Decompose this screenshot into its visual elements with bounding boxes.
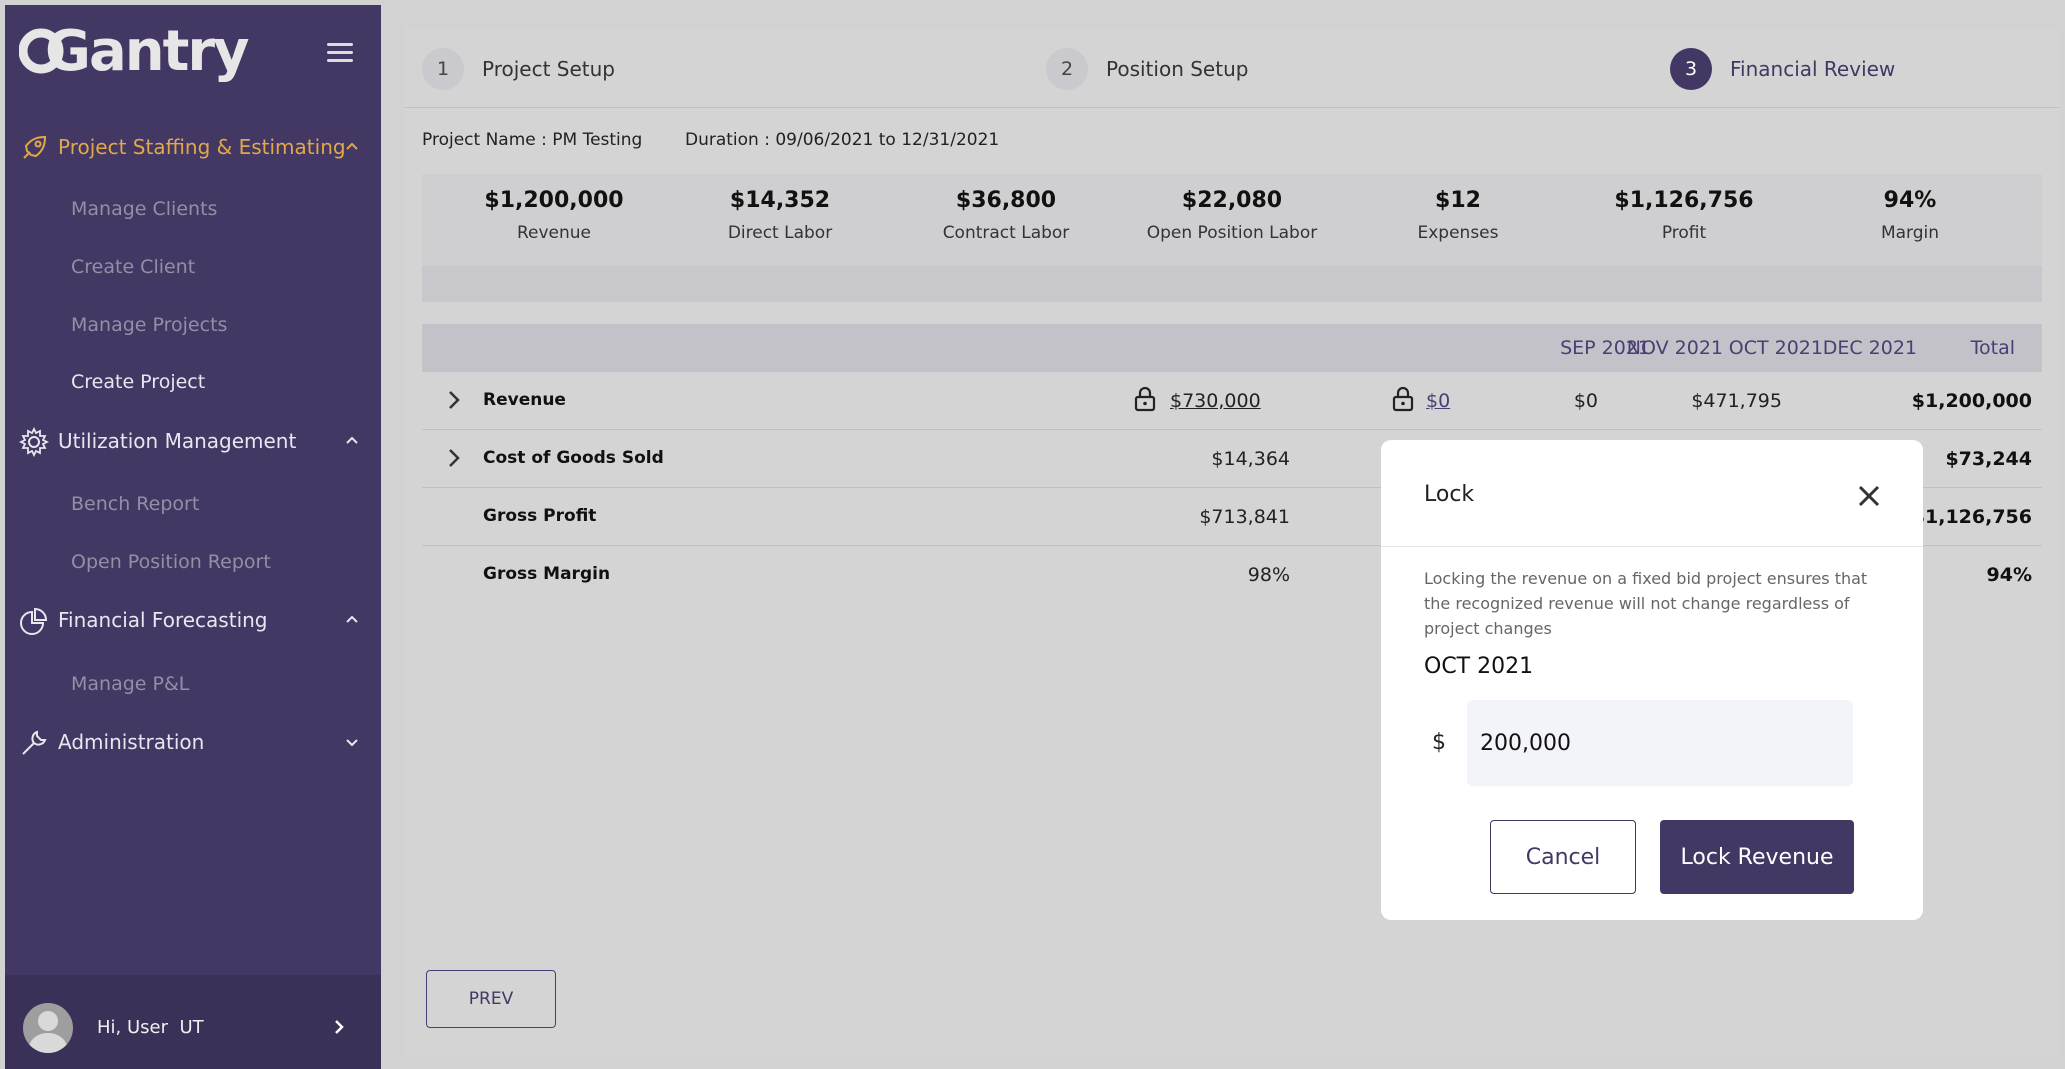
gross-profit-sep-value: $713,841 [1199,506,1290,528]
row-label: Cost of Goods Sold [483,448,664,468]
metric-label: Profit [1661,223,1707,243]
step-label: Position Setup [1106,57,1249,81]
gross-margin-sep-value: 98% [1247,564,1290,586]
column-header-nov: NOV 2021 [1626,337,1723,359]
prev-button[interactable]: PREV [426,970,556,1028]
avatar[interactable] [23,1003,73,1053]
metric-profit: $1,126,756 Profit [1574,188,1794,243]
step-label: Project Setup [482,57,615,81]
metric-value: $14,352 [729,188,831,213]
metric-value: $1,126,756 [1614,188,1754,213]
gantry-logo[interactable]: Gantry [18,19,259,98]
metric-label: Revenue [516,223,592,243]
nav-section-financial-forecasting[interactable]: Financial Forecasting [5,596,381,644]
metric-value: $22,080 [1181,188,1283,213]
metric-revenue: $1,200,000 Revenue [444,188,664,243]
chevron-down-icon[interactable] [345,735,359,749]
modal-divider [1381,546,1923,547]
modal-month: OCT 2021 [1424,654,1534,679]
chevron-right-icon[interactable] [331,1019,347,1035]
svg-text:Gantry: Gantry [45,19,249,83]
nav-section-project-staffing[interactable]: Project Staffing & Estimating [5,123,381,171]
revenue-dec-value: $471,795 [1691,390,1782,412]
row-label: Gross Profit [483,506,597,526]
metric-value: $36,800 [955,188,1057,213]
nav-section-administration[interactable]: Administration [5,718,381,766]
metric-value: $12 [1435,188,1481,213]
metric-value: $1,200,000 [484,188,624,213]
nav-item-create-project[interactable]: Create Project [71,371,205,393]
close-icon[interactable] [1857,484,1881,508]
nav-section-label: Project Staffing & Estimating [58,135,346,159]
modal-title: Lock [1424,482,1475,507]
nav-section-label: Financial Forecasting [58,608,268,632]
sidebar: Gantry Project Staffing & Estimating Man… [5,5,381,1069]
chevron-up-icon[interactable] [345,434,359,448]
revenue-sep-value[interactable]: $730,000 [1170,390,1290,412]
row-label: Revenue [483,390,566,410]
chevron-up-icon[interactable] [345,140,359,154]
step-label: Financial Review [1730,57,1896,81]
rocket-icon [23,135,47,159]
step-number: 1 [422,48,464,90]
nav-section-utilization[interactable]: Utilization Management [5,417,381,465]
nav-item-manage-pl[interactable]: Manage P&L [71,673,189,695]
metric-value: 94% [1883,188,1937,213]
step-number: 3 [1670,48,1712,90]
metric-label: Contract Labor [942,223,1070,243]
revenue-nov-value: $0 [1573,390,1598,412]
step-financial-review[interactable]: 3 Financial Review [1670,48,1895,90]
cancel-button[interactable]: Cancel [1490,820,1636,894]
metric-label: Margin [1880,223,1940,243]
nav-section-label: Administration [58,730,205,754]
metric-label: Direct Labor [727,223,833,243]
chevron-right-icon[interactable] [444,390,464,410]
step-project-setup[interactable]: 1 Project Setup [422,48,615,90]
gear-icon [19,427,49,457]
revenue-oct-value[interactable]: $0 [1426,390,1466,412]
revenue-total-value: $1,200,000 [1911,390,2032,412]
logo-mark-icon: Gantry [18,19,251,84]
cogs-sep-value: $14,364 [1211,448,1290,470]
modal-description: Locking the revenue on a fixed bid proje… [1424,569,1868,638]
step-number: 2 [1046,48,1088,90]
chevron-up-icon[interactable] [345,613,359,627]
lock-icon[interactable] [1134,386,1156,412]
project-duration: Duration : 09/06/2021 to 12/31/2021 [685,130,1000,150]
chevron-right-icon[interactable] [444,448,464,468]
metric-label: Open Position Labor [1146,223,1318,243]
nav-section-label: Utilization Management [58,429,297,453]
lock-revenue-button[interactable]: Lock Revenue [1660,820,1854,894]
amount-input[interactable] [1467,700,1853,786]
menu-toggle-icon[interactable] [327,43,353,63]
nav-item-bench-report[interactable]: Bench Report [71,493,199,515]
table-row-revenue: Revenue $730,000 $0 $0 $471,795 $1,200,0… [422,372,2042,430]
column-header-dec: DEC 2021 [1822,337,1917,359]
nav-item-open-position-report[interactable]: Open Position Report [71,551,271,573]
wrench-icon [22,730,47,755]
pie-chart-icon [20,607,48,635]
metric-expenses: $12 Expenses [1348,188,1568,243]
lock-icon[interactable] [1392,386,1414,412]
metric-open-position-labor: $22,080 Open Position Labor [1122,188,1342,243]
user-bar[interactable]: Hi, User UT [5,975,381,1069]
lock-modal: Lock Locking the revenue on a fixed bid … [1381,440,1923,920]
nav-item-manage-projects[interactable]: Manage Projects [71,314,227,336]
step-position-setup[interactable]: 2 Position Setup [1046,48,1248,90]
summary-panel: $1,200,000 Revenue $14,352 Direct Labor … [422,174,2042,302]
row-label: Gross Margin [483,564,611,584]
metric-margin: 94% Margin [1800,188,2020,243]
currency-symbol: $ [1432,730,1446,755]
nav-item-create-client[interactable]: Create Client [71,256,195,278]
project-name: Project Name : PM Testing [422,130,643,150]
metric-direct-labor: $14,352 Direct Labor [670,188,890,243]
user-greeting: Hi, User UT [97,1017,204,1038]
metric-label: Expenses [1417,223,1499,243]
stepper: 1 Project Setup 2 Position Setup 3 Finan… [404,28,2059,108]
nav-item-manage-clients[interactable]: Manage Clients [71,198,217,220]
column-header-total: Total [1970,337,2015,359]
metric-contract-labor: $36,800 Contract Labor [896,188,1116,243]
